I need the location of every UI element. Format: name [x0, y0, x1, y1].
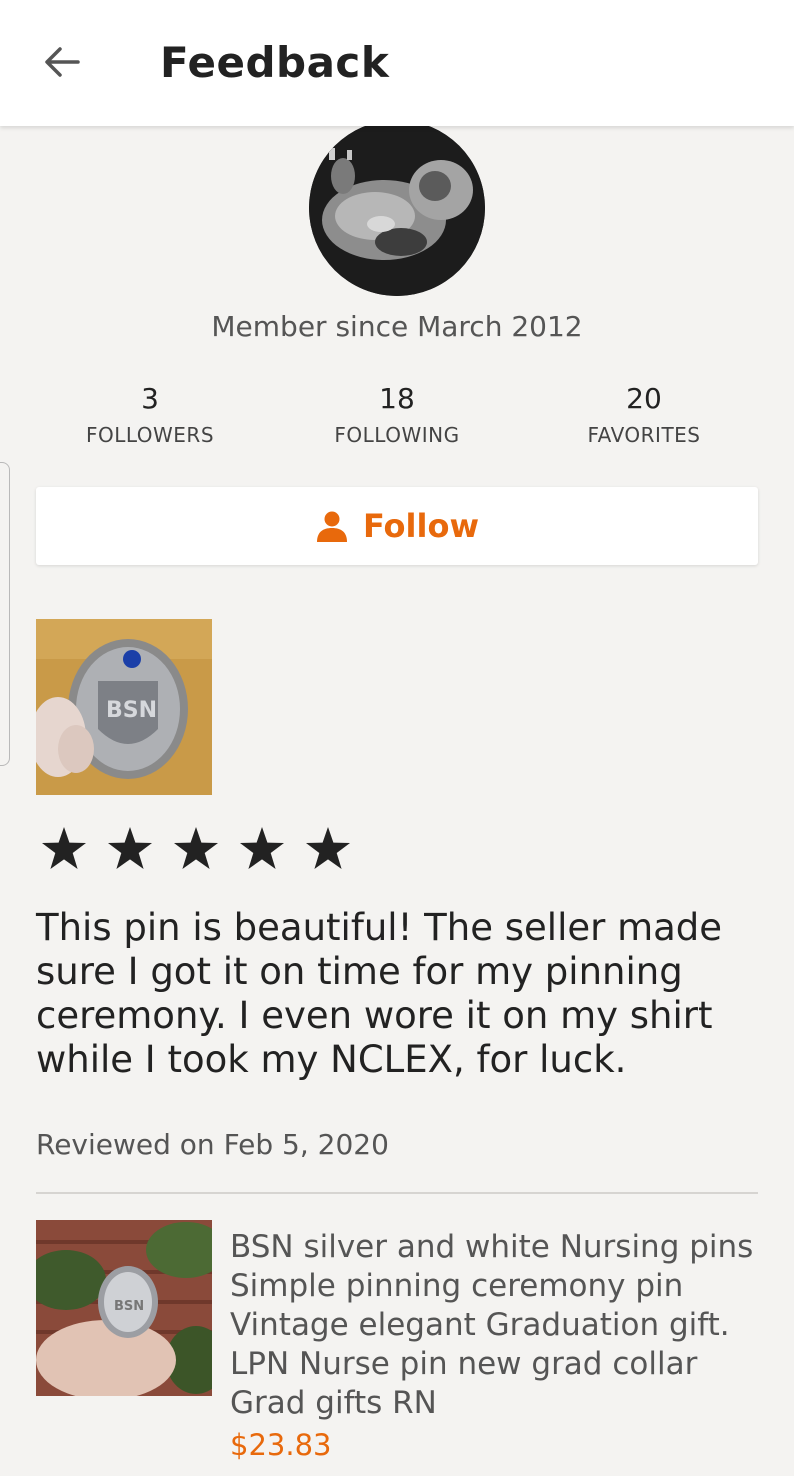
follow-button-label: Follow: [362, 507, 480, 545]
product-title[interactable]: BSN silver and white Nursing pins Simple…: [230, 1228, 770, 1423]
divider: [36, 1192, 758, 1194]
star-icon: [106, 818, 172, 878]
person-icon: [316, 511, 347, 542]
page-title: Feedback: [160, 38, 390, 87]
arrow-left-icon: [45, 47, 80, 77]
stat-following-value: 18: [379, 382, 415, 415]
review-date: Reviewed on Feb 5, 2020: [36, 1128, 389, 1161]
side-panel-edge[interactable]: [0, 462, 10, 766]
rating-stars: [40, 818, 370, 878]
star-icon: [172, 818, 238, 878]
stat-favorites-label: FAVORITES: [587, 423, 701, 447]
svg-text:BSN: BSN: [106, 698, 157, 723]
svg-text:BSN: BSN: [114, 1299, 144, 1314]
member-since-text: Member since March 2012: [211, 310, 583, 343]
product-price: $23.83: [230, 1428, 332, 1462]
star-icon: [40, 818, 106, 878]
profile-avatar: [309, 120, 485, 296]
review-photo[interactable]: BSN: [36, 619, 212, 795]
stat-following[interactable]: 18 FOLLOWING: [287, 380, 507, 452]
stat-followers[interactable]: 3 FOLLOWERS: [40, 380, 260, 452]
stat-following-label: FOLLOWING: [334, 423, 460, 447]
stat-favorites-value: 20: [626, 382, 662, 415]
stat-favorites[interactable]: 20 FAVORITES: [534, 380, 754, 452]
back-button[interactable]: [30, 30, 94, 94]
stat-followers-value: 3: [141, 382, 159, 415]
follow-button[interactable]: Follow: [36, 487, 758, 565]
star-icon: [304, 818, 370, 878]
review-text: This pin is beautiful! The seller made s…: [36, 906, 723, 1081]
stat-followers-label: FOLLOWERS: [85, 423, 215, 447]
product-photo[interactable]: BSN: [36, 1220, 212, 1396]
star-icon: [238, 818, 304, 878]
app-header: Feedback: [0, 0, 794, 126]
